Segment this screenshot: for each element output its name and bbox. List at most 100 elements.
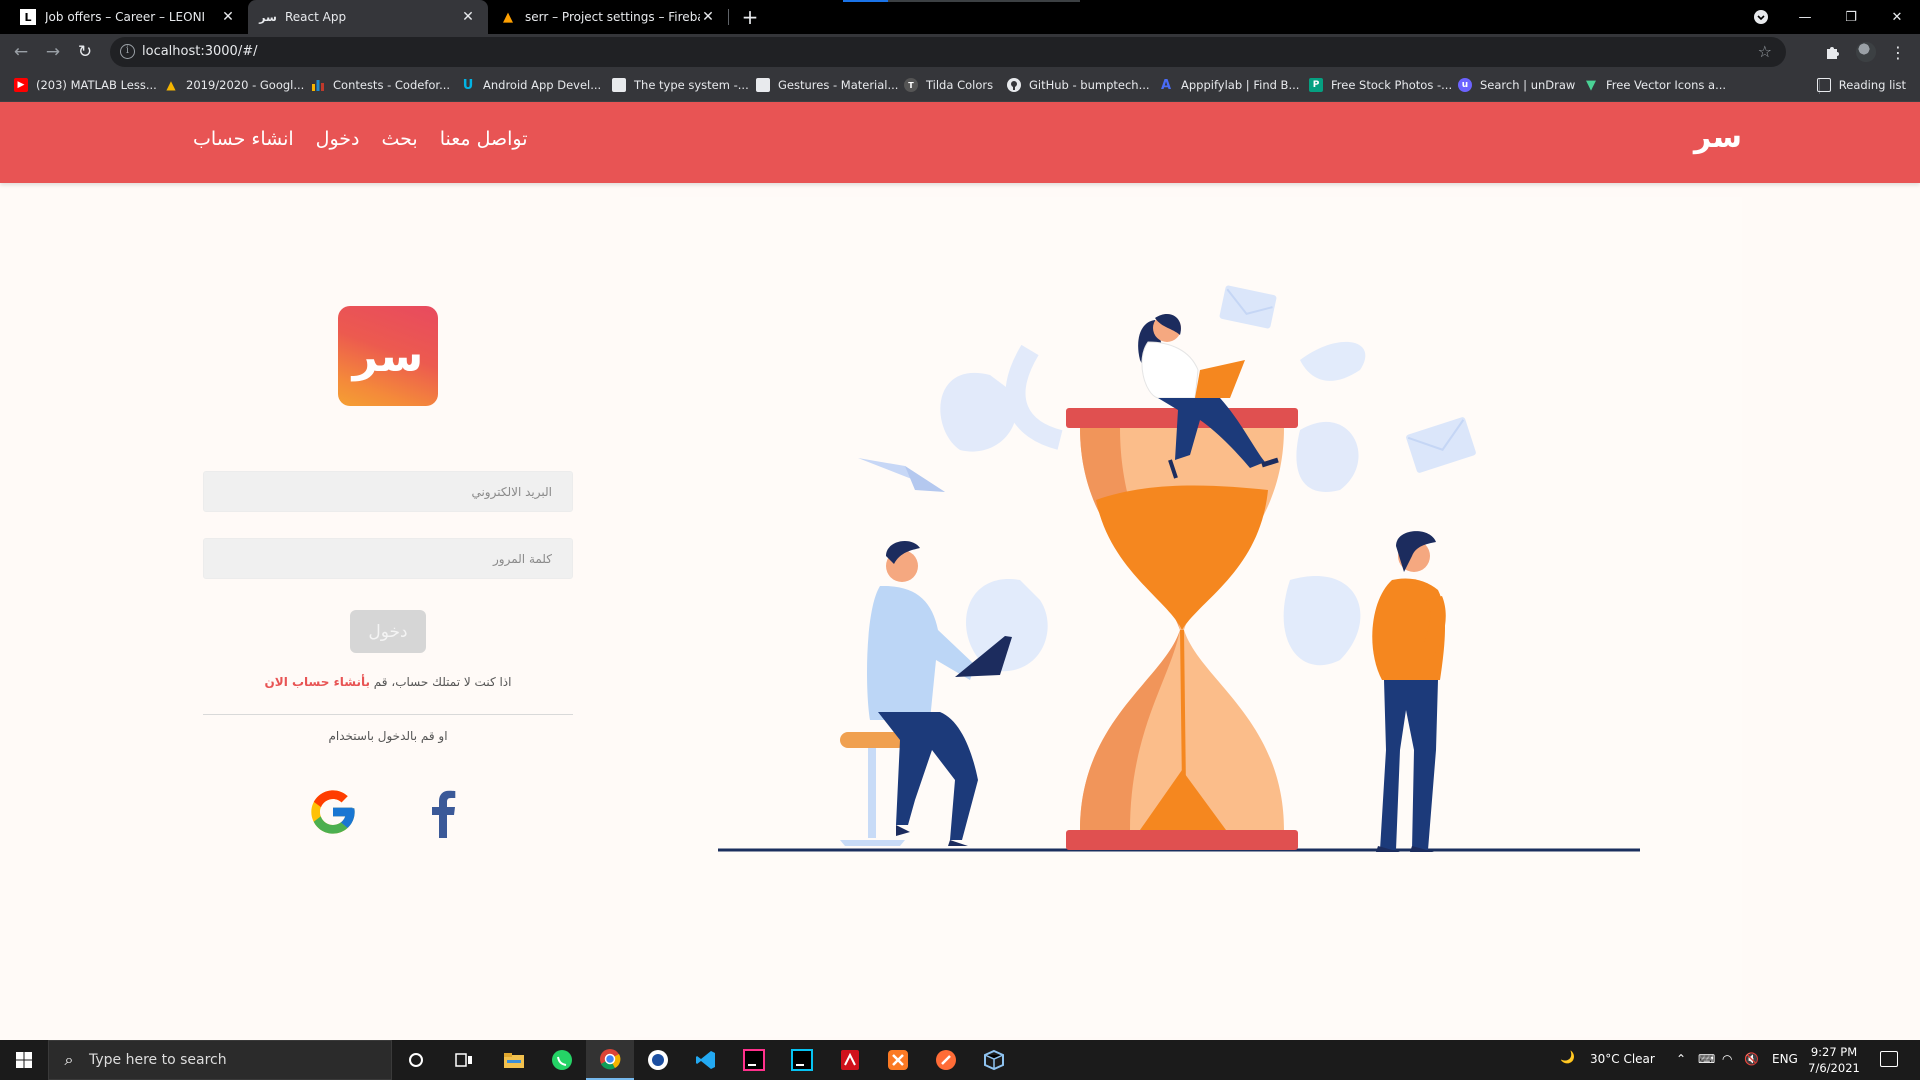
tab-firebase[interactable]: ▲ serr – Project settings – Firebase ✕ [488, 0, 728, 34]
nav-search[interactable]: بحث [381, 128, 417, 150]
intellij-icon[interactable] [730, 1040, 778, 1080]
tab-search-button[interactable] [1738, 0, 1784, 34]
signup-link[interactable]: بأنشاء حساب الان [265, 675, 370, 689]
whatsapp-icon[interactable] [538, 1040, 586, 1080]
form-divider [203, 714, 573, 715]
weather-text[interactable]: 30°C Clear [1590, 1052, 1655, 1066]
facebook-login-button[interactable] [415, 784, 471, 840]
bookmark-item[interactable]: GitHub - bumptech... [1007, 78, 1150, 92]
reload-button[interactable]: ↻ [74, 41, 96, 63]
nav-signup[interactable]: انشاء حساب [193, 128, 294, 150]
start-button[interactable] [0, 1040, 48, 1080]
virtualbox-icon[interactable] [970, 1040, 1018, 1080]
bookmark-item[interactable]: P Free Stock Photos -... [1309, 78, 1452, 92]
envelope-icon [1219, 285, 1277, 329]
speaker-muted-icon[interactable]: 🔇 [1744, 1052, 1759, 1066]
app-circle-icon[interactable] [634, 1040, 682, 1080]
page-icon [612, 78, 626, 92]
nav-contact[interactable]: تواصل معنا [440, 128, 528, 150]
codeforces-icon [311, 78, 325, 92]
hourglass [1066, 408, 1298, 850]
info-icon[interactable]: i [120, 44, 135, 59]
appifylab-icon: A [1160, 77, 1172, 93]
close-tab-icon[interactable]: ✕ [460, 9, 476, 25]
profile-avatar[interactable] [1856, 42, 1876, 62]
reading-list-icon [1816, 78, 1831, 92]
bookmark-item[interactable]: ▼ Free Vector Icons a... [1584, 77, 1726, 93]
chevron-up-icon[interactable]: ⌃ [1676, 1052, 1686, 1066]
clock[interactable]: 9:27 PM 7/6/2021 [1800, 1044, 1868, 1076]
tab-separator [728, 9, 729, 25]
postman-icon[interactable] [922, 1040, 970, 1080]
tab-react-app[interactable]: سر React App ✕ [248, 0, 488, 34]
bookmark-item[interactable]: ▲ 2019/2020 - Googl... [164, 78, 304, 92]
bookmark-item[interactable]: U Android App Devel... [461, 77, 602, 93]
vscode-icon[interactable] [682, 1040, 730, 1080]
google-icon [311, 790, 355, 834]
restore-button[interactable]: ❐ [1828, 0, 1874, 34]
signup-prompt: اذا كنت لا تمتلك حساب، قم بأنشاء حساب ال… [203, 675, 573, 689]
firebase-icon: ▲ [503, 9, 513, 25]
bookmark-item[interactable]: The type system -... [612, 78, 749, 92]
search-icon: ⌕ [64, 1050, 74, 1069]
new-tab-button[interactable]: + [738, 5, 762, 29]
address-bar[interactable]: i localhost:3000/#/ ☆ [110, 37, 1786, 67]
youtube-icon: ▶ [14, 78, 28, 92]
close-tab-icon[interactable]: ✕ [700, 9, 716, 25]
close-window-button[interactable]: ✕ [1874, 0, 1920, 34]
login-button[interactable]: دخول [350, 610, 426, 653]
bookmark-item[interactable]: T Tilda Colors [904, 78, 993, 92]
task-view-button[interactable] [440, 1040, 488, 1080]
acrobat-icon[interactable] [826, 1040, 874, 1080]
chrome-icon[interactable] [586, 1040, 634, 1080]
tab-search-indicator [843, 0, 888, 2]
tab-leoni[interactable]: L Job offers – Career – LEONI ✕ [8, 0, 248, 34]
taskbar-search[interactable]: ⌕ Type here to search [48, 1040, 392, 1080]
udacity-icon: U [462, 77, 474, 93]
github-icon [1007, 78, 1021, 92]
react-app-icon: سر [259, 10, 277, 24]
email-field[interactable] [203, 471, 573, 512]
chevron-down-circle-icon [1754, 10, 1768, 24]
bookmarks-bar: ▶ (203) MATLAB Less... ▲ 2019/2020 - Googl… [0, 70, 1920, 102]
bookmark-item[interactable]: Contests - Codefor... [311, 78, 450, 92]
cortana-button[interactable] [392, 1040, 440, 1080]
file-explorer-icon[interactable] [490, 1040, 538, 1080]
nav-links: انشاء حساب دخول بحث تواصل معنا [193, 128, 528, 150]
bookmark-item[interactable]: ▶ (203) MATLAB Less... [14, 78, 157, 92]
password-field[interactable] [203, 538, 573, 579]
keyboard-icon[interactable]: ⌨ [1698, 1052, 1715, 1066]
xampp-icon[interactable] [874, 1040, 922, 1080]
app-logo: سر [338, 306, 438, 406]
extensions-puzzle-icon[interactable] [1822, 42, 1842, 62]
taskbar-search-placeholder: Type here to search [89, 1052, 227, 1068]
reading-list-button[interactable]: Reading list [1816, 78, 1906, 92]
page-viewport: انشاء حساب دخول بحث تواصل معنا سر سر دخو… [0, 102, 1920, 1040]
wifi-icon[interactable]: ◠ [1722, 1052, 1732, 1066]
browser-tab-strip: L Job offers – Career – LEONI ✕ سر React… [0, 0, 1920, 34]
page-icon [756, 78, 770, 92]
webstorm-icon[interactable] [778, 1040, 826, 1080]
bookmark-item[interactable]: Gestures - Material... [756, 78, 898, 92]
brand-logo[interactable]: سر [1694, 120, 1742, 155]
signup-prompt-text: اذا كنت لا تمتلك حساب، قم [369, 675, 512, 689]
clock-time: 9:27 PM [1810, 1045, 1858, 1059]
forward-button[interactable]: → [42, 41, 64, 63]
nav-login[interactable]: دخول [316, 128, 360, 150]
google-login-button[interactable] [305, 784, 361, 840]
bookmark-star-icon[interactable]: ☆ [1758, 42, 1772, 61]
bookmark-item[interactable]: A Apppifylab | Find B... [1159, 77, 1299, 93]
minimize-button[interactable]: — [1782, 0, 1828, 34]
more-menu-icon[interactable]: ⋮ [1888, 42, 1908, 62]
address-url[interactable]: localhost:3000/#/ [142, 44, 257, 59]
password-input[interactable] [204, 539, 572, 578]
weather-moon-icon[interactable]: 🌙 [1560, 1050, 1575, 1064]
back-button[interactable]: ← [10, 41, 32, 63]
flaticon-icon: ▼ [1586, 77, 1596, 93]
notification-icon[interactable] [1880, 1051, 1898, 1067]
social-login-label: او قم بالدخول باستخدام [328, 729, 448, 743]
bookmark-item[interactable]: u Search | unDraw [1458, 78, 1575, 92]
email-input[interactable] [204, 472, 572, 511]
close-tab-icon[interactable]: ✕ [220, 9, 236, 25]
language-indicator[interactable]: ENG [1772, 1052, 1798, 1066]
